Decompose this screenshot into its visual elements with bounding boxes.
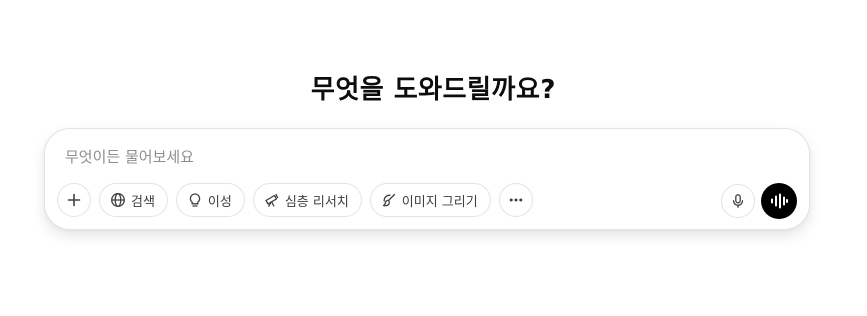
more-horizontal-icon bbox=[508, 192, 524, 208]
plus-icon bbox=[66, 192, 82, 208]
page-title: 무엇을 도와드릴까요? bbox=[311, 75, 556, 105]
tool-group: 검색 이성 심층 리서치 이미지 그리기 bbox=[57, 183, 533, 217]
more-tools-button[interactable] bbox=[498, 183, 533, 217]
paintbrush-icon bbox=[381, 192, 397, 208]
draw-image-button[interactable]: 이미지 그리기 bbox=[369, 183, 491, 217]
reason-button-label: 이성 bbox=[207, 194, 232, 210]
deep-research-button-label: 심층 리서치 bbox=[284, 194, 349, 210]
search-button[interactable]: 검색 bbox=[99, 183, 168, 217]
search-button-label: 검색 bbox=[131, 194, 155, 210]
lightbulb-icon bbox=[187, 192, 203, 208]
globe-icon bbox=[110, 192, 126, 208]
prompt-input[interactable] bbox=[65, 145, 765, 169]
reason-button[interactable]: 이성 bbox=[175, 183, 245, 217]
deep-research-button[interactable]: 심층 리서치 bbox=[252, 183, 362, 217]
composer: 검색 이성 bbox=[44, 128, 810, 230]
draw-image-button-label: 이미지 그리기 bbox=[401, 194, 478, 210]
telescope-icon bbox=[264, 192, 280, 208]
voice-mode-button[interactable] bbox=[761, 183, 797, 219]
voice-waveform-icon bbox=[769, 191, 789, 211]
voice-controls bbox=[721, 183, 797, 219]
add-button[interactable] bbox=[57, 183, 91, 217]
microphone-icon bbox=[730, 193, 746, 209]
page: 무엇을 도와드릴까요? 무엇이든 물어보세요 검색 이성 심층 리서치 이미지 … bbox=[0, 0, 867, 316]
dictate-button[interactable] bbox=[721, 184, 755, 218]
composer-toolbar: 검색 이성 심층 리서치 이미지 그리기 bbox=[57, 183, 797, 219]
